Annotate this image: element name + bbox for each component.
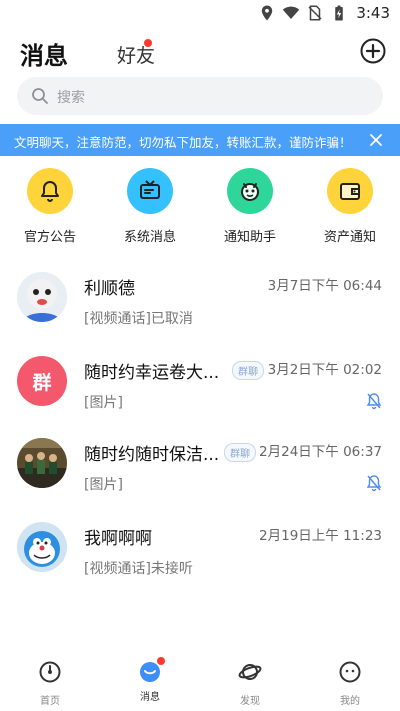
tv-icon — [127, 168, 173, 214]
tab-label: 我的 — [340, 696, 360, 707]
tab-label: 发现 — [240, 696, 260, 707]
add-icon[interactable] — [360, 38, 386, 64]
battery-charging-icon — [335, 5, 344, 21]
conversation-item[interactable]: 随时约随时保洁... 群聊 2月24日下午 06:37 [图片] — [0, 436, 400, 518]
contact-name: 随时约幸运卷大... — [84, 363, 220, 383]
conversation-item[interactable]: 我啊啊啊 2月19日上午 11:23 [视频通话]未接听 — [0, 520, 400, 602]
message-time: 3月2日下午 02:02 — [267, 362, 382, 378]
avatar[interactable] — [17, 522, 67, 572]
safety-notice-banner: 文明聊天，注意防范，切勿私下加友，转账汇款，谨防诈骗！ — [0, 124, 400, 156]
tab-label: 消息 — [140, 692, 160, 703]
status-bar: 3:43 — [0, 0, 400, 28]
mute-bell-icon — [366, 393, 382, 410]
messages-notification-dot — [157, 657, 165, 665]
shortcut-row: 官方公告 系统消息 通知助手 资产通知 — [0, 168, 400, 248]
close-icon[interactable] — [368, 132, 384, 148]
wifi-icon — [283, 6, 300, 19]
message-preview: [图片] — [84, 477, 123, 493]
shortcut-label: 通知助手 — [223, 230, 276, 245]
message-preview: [视频通话]已取消 — [84, 311, 193, 327]
message-preview: [视频通话]未接听 — [84, 561, 193, 577]
search-bar[interactable]: 搜索 — [17, 77, 383, 115]
profile-icon — [339, 661, 361, 683]
conversation-item[interactable]: 利顺德 3月7日下午 06:44 [视频通话]已取消 — [0, 270, 400, 352]
shortcut-official-announcement[interactable]: 官方公告 — [10, 168, 90, 245]
contact-name: 我啊啊啊 — [84, 529, 152, 549]
message-icon — [138, 657, 165, 684]
message-time: 3月7日下午 06:44 — [267, 278, 382, 294]
shortcut-label: 系统消息 — [123, 230, 176, 245]
no-sim-icon — [308, 5, 322, 21]
message-time: 2月24日下午 06:37 — [259, 444, 382, 460]
tab-messages[interactable]: 消息 — [100, 657, 200, 703]
message-preview: [图片] — [84, 395, 123, 411]
avatar[interactable] — [17, 272, 67, 322]
tab-discover[interactable]: 发现 — [200, 660, 300, 707]
shortcut-asset-notification[interactable]: 资产通知 — [310, 168, 390, 245]
clock: 3:43 — [356, 4, 390, 22]
contact-name: 随时约随时保洁... — [84, 445, 220, 465]
tab-home[interactable]: 首页 — [0, 660, 100, 707]
shortcut-label: 官方公告 — [23, 230, 76, 245]
group-avatar[interactable] — [17, 438, 67, 488]
friends-notification-dot — [144, 39, 152, 47]
tab-profile[interactable]: 我的 — [300, 660, 400, 707]
status-icons: 3:43 — [258, 4, 390, 22]
header: 消息 好友 — [0, 28, 400, 78]
search-placeholder: 搜索 — [57, 90, 85, 106]
group-avatar-text: 群 — [32, 371, 52, 394]
shortcut-system-messages[interactable]: 系统消息 — [110, 168, 190, 245]
group-badge: 群聊 — [224, 443, 256, 462]
conversation-item[interactable]: 群 随时约幸运卷大... 群聊 3月2日下午 02:02 [图片] — [0, 354, 400, 436]
bottom-nav: 首页 消息 发现 我的 — [0, 652, 400, 711]
location-icon — [262, 5, 273, 21]
tab-label: 首页 — [40, 696, 60, 707]
shortcut-label: 资产通知 — [323, 230, 376, 245]
tab-messages-title[interactable]: 消息 — [20, 36, 68, 71]
planet-icon — [238, 664, 262, 680]
shortcut-notification-assistant[interactable]: 通知助手 — [210, 168, 290, 245]
bell-icon — [27, 168, 73, 214]
contact-name: 利顺德 — [84, 279, 135, 299]
home-icon — [39, 661, 61, 683]
robot-icon — [227, 168, 273, 214]
notice-text: 文明聊天，注意防范，切勿私下加友，转账汇款，谨防诈骗！ — [14, 135, 352, 150]
message-time: 2月19日上午 11:23 — [259, 528, 382, 544]
wallet-icon — [327, 168, 373, 214]
search-icon — [32, 88, 48, 104]
mute-bell-icon — [366, 475, 382, 492]
group-avatar[interactable]: 群 — [17, 356, 67, 406]
group-badge: 群聊 — [232, 361, 264, 380]
